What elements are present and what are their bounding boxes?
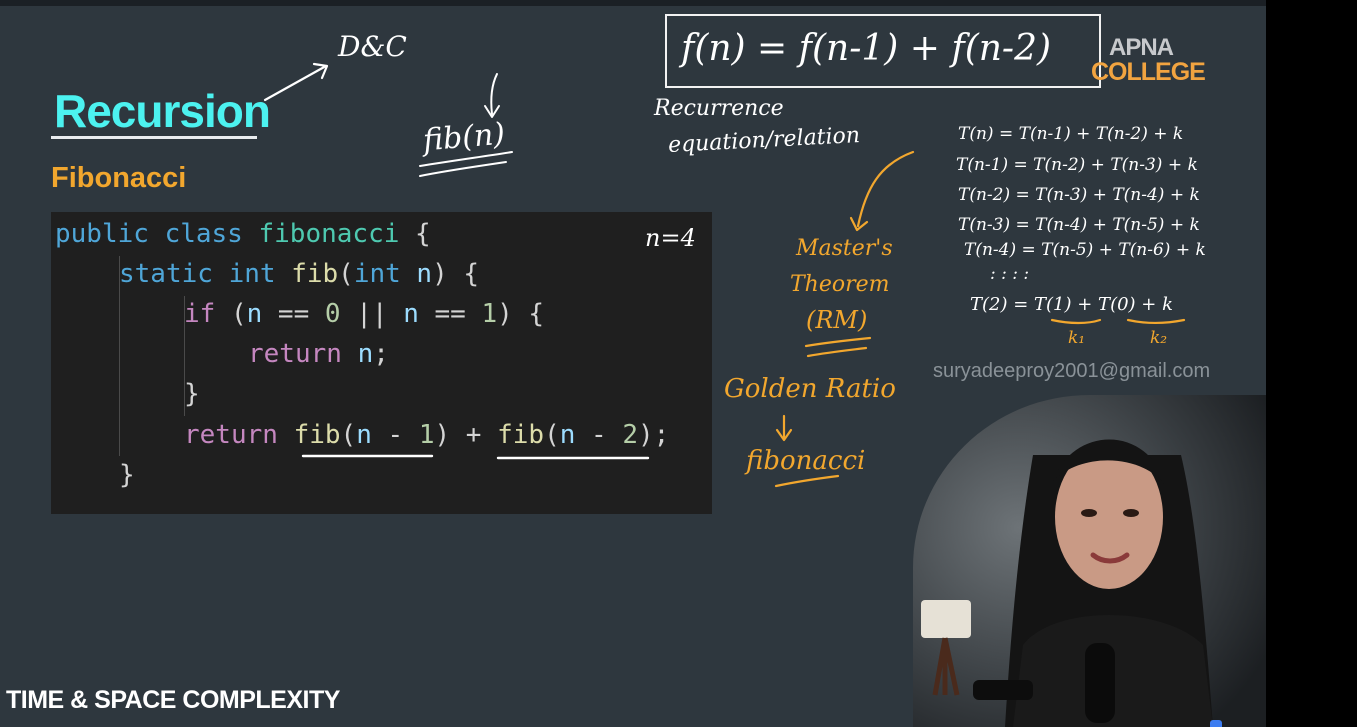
recurrence-line: T(n-1) = T(n-2) + T(n-3) + k	[956, 155, 1198, 175]
k1-label: k₁	[1068, 328, 1086, 348]
recurrence-line: T(2) = T(1) + T(0) + k	[970, 294, 1173, 315]
arrow-line	[263, 64, 328, 102]
underline-stroke	[1050, 318, 1102, 325]
recurrence-label-1: Recurrence	[654, 96, 784, 121]
email-watermark: suryadeeproy2001@gmail.com	[933, 360, 1211, 382]
masters-label-2: Theorem	[790, 272, 890, 297]
arrow-line	[490, 73, 498, 115]
recurrence-line: T(n-4) = T(n-5) + T(n-6) + k	[964, 240, 1206, 260]
fib-n-annotation: fib(n)	[421, 116, 507, 159]
formula-box: f(n) = f(n-1) + f(n-2)	[665, 14, 1101, 88]
eye-right	[1123, 509, 1139, 517]
arrow-line	[856, 150, 915, 228]
eye-left	[1081, 509, 1097, 517]
recurrence-line: : : : :	[990, 264, 1030, 284]
masters-label-3: (RM)	[806, 306, 868, 334]
footer-title: TIME & SPACE COMPLEXITY	[6, 686, 340, 714]
recurrence-line: T(n-2) = T(n-3) + T(n-4) + k	[958, 185, 1200, 205]
mic-arm	[973, 680, 1033, 700]
scroll-indicator	[1210, 720, 1222, 727]
instructor-webcam	[913, 395, 1266, 727]
underline-stroke	[806, 346, 868, 358]
microphone	[1085, 643, 1115, 723]
recurrence-line: T(n) = T(n-1) + T(n-2) + k	[958, 124, 1184, 144]
underline-stroke	[804, 336, 872, 348]
fibonacci-formula: f(n) = f(n-1) + f(n-2)	[681, 28, 1052, 69]
logo-line-2: COLLEGE	[1091, 58, 1206, 86]
fibonacci-label: fibonacci	[746, 446, 866, 476]
golden-ratio-label: Golden Ratio	[724, 374, 896, 404]
dc-annotation: D&C	[338, 30, 407, 63]
lecture-slide: Recursion Fibonacci public class fibonac…	[0, 0, 1266, 727]
lamp-shade	[921, 600, 971, 638]
webcam-image	[913, 395, 1266, 727]
underline-stroke	[1126, 318, 1186, 325]
recurrence-line: T(n-3) = T(n-4) + T(n-5) + k	[958, 215, 1200, 235]
masters-label-1: Master's	[796, 236, 893, 261]
underline-stroke	[774, 474, 840, 488]
k2-label: k₂	[1150, 328, 1168, 348]
